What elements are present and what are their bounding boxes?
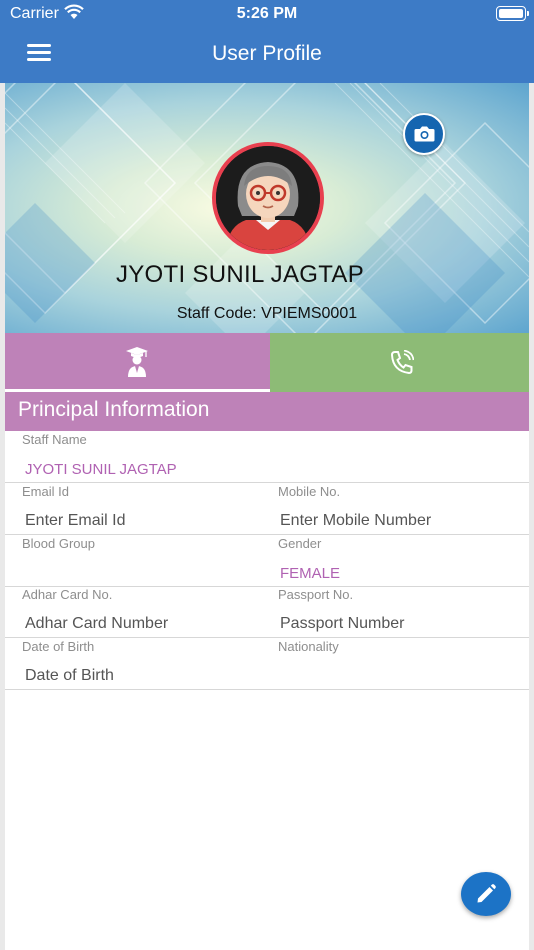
profile-banner: JYOTI SUNIL JAGTAP Staff Code: VPIEMS000… (5, 83, 529, 333)
adhar-field[interactable]: Adhar Card No. Adhar Card Number (5, 586, 261, 637)
gender-label: Gender (278, 536, 322, 551)
profile-name: JYOTI SUNIL JAGTAP (115, 261, 365, 288)
field-row-staff-name: Staff Name JYOTI SUNIL JAGTAP (5, 431, 529, 483)
tab-principal-info[interactable] (5, 333, 270, 392)
gender-field[interactable]: Gender FEMALE (261, 535, 529, 586)
avatar-image (216, 146, 320, 250)
camera-icon (414, 126, 435, 142)
adhar-placeholder: Adhar Card Number (25, 615, 169, 632)
staff-name-label: Staff Name (22, 432, 87, 447)
field-row-blood-gender: Blood Group Gender FEMALE (5, 535, 529, 587)
field-row-contact: Email Id Enter Email Id Mobile No. Enter… (5, 483, 529, 535)
phone-call-icon (390, 350, 414, 375)
mobile-label: Mobile No. (278, 484, 341, 499)
email-label: Email Id (22, 484, 69, 499)
edit-profile-button[interactable] (461, 872, 511, 916)
pencil-icon (477, 884, 496, 903)
change-photo-button[interactable] (403, 113, 445, 155)
tab-contact-info[interactable] (270, 333, 529, 392)
adhar-label: Adhar Card No. (22, 587, 113, 602)
email-placeholder: Enter Email Id (25, 512, 126, 529)
blood-group-label: Blood Group (22, 536, 95, 551)
clock: 5:26 PM (236, 5, 298, 22)
page-title: User Profile (212, 42, 322, 65)
dob-label: Date of Birth (22, 639, 95, 654)
nationality-label: Nationality (278, 639, 339, 654)
staff-code: Staff Code: VPIEMS0001 (176, 305, 358, 322)
staff-name-field[interactable]: Staff Name JYOTI SUNIL JAGTAP (5, 431, 529, 482)
staff-name-value: JYOTI SUNIL JAGTAP (25, 461, 177, 478)
status-bar: Carrier 5:26 PM (0, 0, 534, 30)
passport-placeholder: Passport Number (280, 615, 405, 632)
email-field[interactable]: Email Id Enter Email Id (5, 483, 261, 534)
nationality-field[interactable]: Nationality (261, 638, 529, 689)
passport-label: Passport No. (278, 587, 354, 602)
blood-group-field[interactable]: Blood Group (5, 535, 261, 586)
passport-field[interactable]: Passport No. Passport Number (261, 586, 529, 637)
dob-placeholder: Date of Birth (25, 667, 114, 684)
mobile-field[interactable]: Mobile No. Enter Mobile Number (261, 483, 529, 534)
battery-icon (496, 6, 529, 21)
avatar (212, 142, 324, 254)
mobile-placeholder: Enter Mobile Number (280, 512, 432, 529)
field-row-dob-nationality: Date of Birth Date of Birth Nationality (5, 638, 529, 690)
gender-value: FEMALE (280, 565, 341, 582)
section-title: Principal Information (5, 392, 529, 431)
graduate-icon (126, 347, 148, 377)
top-bar: Carrier 5:26 PM User Profile (0, 0, 534, 83)
field-row-ids: Adhar Card No. Adhar Card Number Passpor… (5, 586, 529, 638)
dob-field[interactable]: Date of Birth Date of Birth (5, 638, 261, 689)
profile-card: JYOTI SUNIL JAGTAP Staff Code: VPIEMS000… (5, 83, 529, 950)
